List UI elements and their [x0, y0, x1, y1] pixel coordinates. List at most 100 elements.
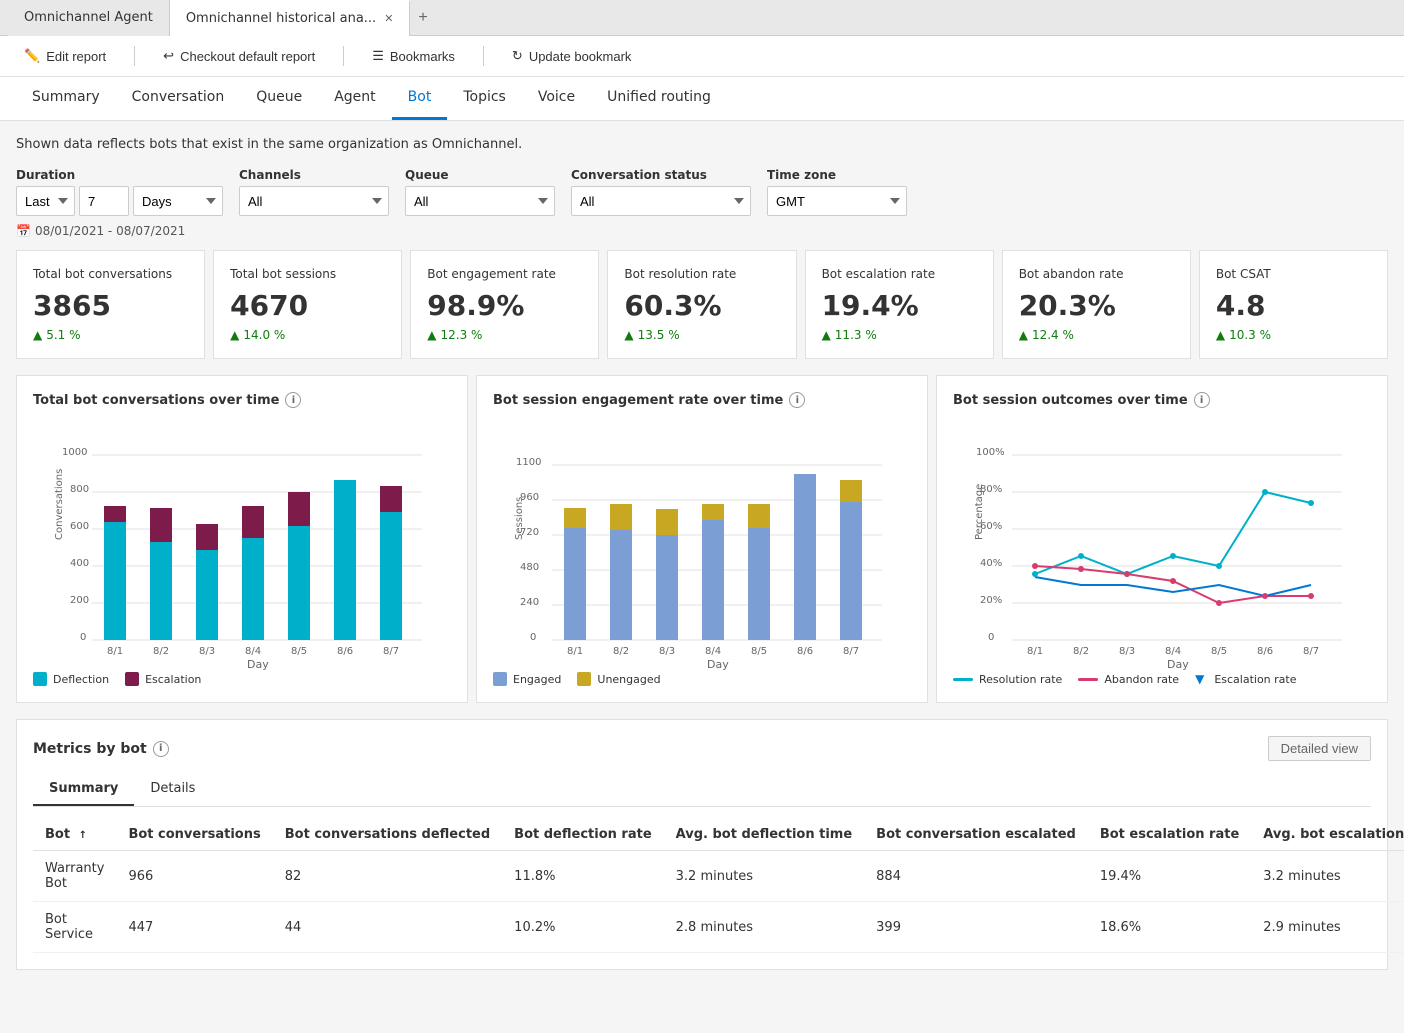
svg-text:8/6: 8/6 — [337, 646, 353, 657]
engagement-info-icon[interactable]: i — [789, 392, 805, 408]
svg-text:8/7: 8/7 — [843, 646, 859, 657]
timezone-select[interactable]: GMT — [767, 186, 907, 216]
sub-tab-summary[interactable]: Summary — [33, 773, 134, 806]
svg-text:8/4: 8/4 — [1165, 646, 1181, 657]
up-arrow-icon-0: ▲ — [33, 328, 42, 342]
col-bot[interactable]: Bot ↑ — [33, 819, 116, 851]
svg-text:8/4: 8/4 — [245, 646, 261, 657]
metrics-table: Bot ↑ Bot conversations Bot conversation… — [33, 819, 1404, 953]
col-avg-escalation[interactable]: Avg. bot escalation time — [1251, 819, 1404, 851]
tab-conversation[interactable]: Conversation — [116, 77, 241, 120]
chart-outcomes-title: Bot session outcomes over time i — [953, 392, 1371, 408]
kpi-engagement-rate: Bot engagement rate 98.9% ▲ 12.3 % — [410, 250, 599, 359]
cell-escalation-rate-1: 18.6% — [1088, 902, 1251, 953]
svg-text:8/2: 8/2 — [153, 646, 169, 657]
duration-filter: Duration Last Days — [16, 168, 223, 216]
cell-avg-deflection-1: 2.8 minutes — [664, 902, 865, 953]
browser-tab-agent[interactable]: Omnichannel Agent — [8, 0, 170, 36]
tab-summary[interactable]: Summary — [16, 77, 116, 120]
detail-view-button[interactable]: Detailed view — [1268, 736, 1371, 761]
duration-value-input[interactable] — [79, 186, 129, 216]
col-avg-deflection[interactable]: Avg. bot deflection time — [664, 819, 865, 851]
cell-bot-1: Bot Service — [33, 902, 116, 953]
svg-text:8/5: 8/5 — [751, 646, 767, 657]
col-deflected[interactable]: Bot conversations deflected — [273, 819, 502, 851]
tab-agent[interactable]: Agent — [318, 77, 391, 120]
queue-select[interactable]: All — [405, 186, 555, 216]
bookmarks-button[interactable]: ☰ Bookmarks — [364, 44, 463, 68]
tab-voice[interactable]: Voice — [522, 77, 591, 120]
col-deflection-rate[interactable]: Bot deflection rate — [502, 819, 663, 851]
cell-deflected-1: 44 — [273, 902, 502, 953]
cell-deflection-rate-0: 11.8% — [502, 851, 663, 902]
queue-filter: Queue All — [405, 168, 555, 216]
update-bookmark-button[interactable]: ↻ Update bookmark — [504, 44, 640, 68]
calendar-icon: 📅 — [16, 224, 31, 238]
add-tab-button[interactable]: + — [410, 5, 435, 31]
svg-text:1000: 1000 — [62, 447, 87, 458]
chart-outcomes-area: 0 20% 40% 60% 80% 100% Percentage — [953, 420, 1371, 664]
legend-escalation: Escalation — [125, 672, 201, 686]
svg-text:20%: 20% — [980, 595, 1002, 606]
tab-bot[interactable]: Bot — [392, 77, 448, 120]
svg-text:Conversations: Conversations — [54, 469, 65, 540]
undo-icon: ↩ — [163, 48, 174, 64]
cell-deflected-0: 82 — [273, 851, 502, 902]
browser-tab-agent-label: Omnichannel Agent — [24, 10, 153, 25]
channels-select[interactable]: All — [239, 186, 389, 216]
channels-filter: Channels All — [239, 168, 389, 216]
col-escalation-rate[interactable]: Bot escalation rate — [1088, 819, 1251, 851]
bookmark-icon: ☰ — [372, 48, 384, 64]
unengaged-swatch — [577, 672, 591, 686]
svg-text:8/1: 8/1 — [107, 646, 123, 657]
conversations-info-icon[interactable]: i — [285, 392, 301, 408]
edit-report-button[interactable]: ✏️ Edit report — [16, 44, 114, 68]
main-content: Shown data reflects bots that exist in t… — [0, 121, 1404, 1033]
metrics-info-icon[interactable]: i — [153, 741, 169, 757]
col-escalated[interactable]: Bot conversation escalated — [864, 819, 1088, 851]
duration-label: Duration — [16, 168, 223, 182]
chart-outcomes: Bot session outcomes over time i 0 20% 4… — [936, 375, 1388, 703]
col-conversations[interactable]: Bot conversations — [116, 819, 272, 851]
escalation-swatch — [125, 672, 139, 686]
svg-text:100%: 100% — [976, 447, 1005, 458]
status-select[interactable]: All — [571, 186, 751, 216]
chart-conversations: Total bot conversations over time i 0 20… — [16, 375, 468, 703]
svg-text:480: 480 — [520, 562, 539, 573]
svg-text:Percentage: Percentage — [974, 484, 985, 540]
up-arrow-icon-6: ▲ — [1216, 328, 1225, 342]
refresh-icon: ↻ — [512, 48, 523, 64]
chart-engagement: Bot session engagement rate over time i … — [476, 375, 928, 703]
conversations-chart-svg: 0 200 400 600 800 1000 Conversations — [33, 420, 451, 660]
sub-tab-details[interactable]: Details — [134, 773, 211, 806]
cell-bot-0: Warranty Bot — [33, 851, 116, 902]
cell-conversations-1: 447 — [116, 902, 272, 953]
deflection-swatch — [33, 672, 47, 686]
info-text: Shown data reflects bots that exist in t… — [16, 137, 1388, 152]
outcomes-info-icon[interactable]: i — [1194, 392, 1210, 408]
tab-queue[interactable]: Queue — [240, 77, 318, 120]
svg-text:0: 0 — [988, 632, 994, 643]
kpi-abandon-rate: Bot abandon rate 20.3% ▲ 12.4 % — [1002, 250, 1191, 359]
channels-label: Channels — [239, 168, 389, 182]
table-title: Metrics by bot i — [33, 741, 169, 757]
duration-unit-select[interactable]: Days — [133, 186, 223, 216]
browser-tab-historical[interactable]: Omnichannel historical ana... ✕ — [170, 0, 411, 36]
svg-text:240: 240 — [520, 597, 539, 608]
svg-text:400: 400 — [70, 558, 89, 569]
outcomes-legend: Resolution rate Abandon rate ▼ Escalatio… — [953, 672, 1371, 686]
legend-resolution: Resolution rate — [953, 672, 1062, 686]
checkout-default-button[interactable]: ↩ Checkout default report — [155, 44, 323, 68]
duration-controls: Last Days — [16, 186, 223, 216]
cell-escalated-0: 884 — [864, 851, 1088, 902]
svg-text:8/1: 8/1 — [567, 646, 583, 657]
duration-type-select[interactable]: Last — [16, 186, 75, 216]
escalation-arrow-icon: ▼ — [1195, 672, 1204, 686]
legend-unengaged: Unengaged — [577, 672, 660, 686]
table-header-row: Bot ↑ Bot conversations Bot conversation… — [33, 819, 1404, 851]
svg-text:8/4: 8/4 — [705, 646, 721, 657]
close-icon[interactable]: ✕ — [384, 12, 393, 25]
status-label: Conversation status — [571, 168, 751, 182]
tab-topics[interactable]: Topics — [447, 77, 522, 120]
tab-unified-routing[interactable]: Unified routing — [591, 77, 727, 120]
